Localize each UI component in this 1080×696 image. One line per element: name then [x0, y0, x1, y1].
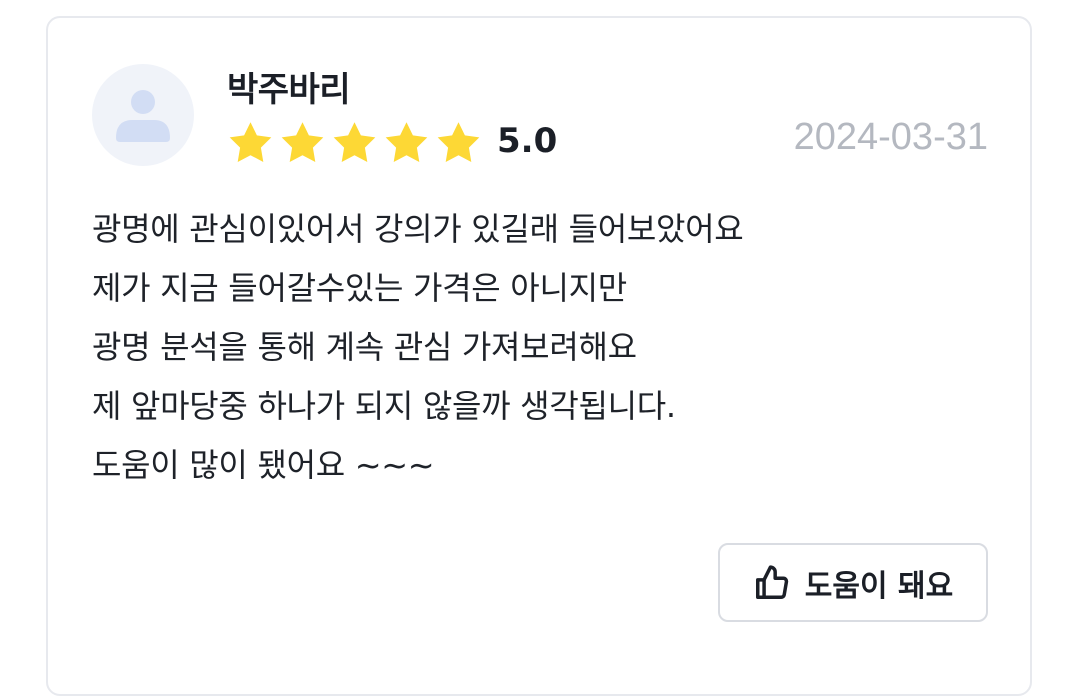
helpful-button[interactable]: 도움이 돼요: [718, 543, 988, 622]
star-icon: [281, 122, 324, 162]
review-line: 제 앞마당중 하나가 되지 않을까 생각됩니다.: [92, 387, 676, 425]
review-line: 도움이 많이 됐어요 ~~~: [92, 446, 435, 484]
review-line: 제가 지금 들어갈수있는 가격은 아니지만: [92, 269, 627, 307]
rating-value: 5.0: [497, 121, 558, 161]
reviewer-name: 박주바리: [227, 70, 351, 110]
star-icon: [229, 122, 272, 162]
star-rating: [226, 119, 483, 167]
review-date: 2024-03-31: [793, 116, 988, 158]
avatar: [92, 64, 194, 166]
helpful-button-label: 도움이 돼요: [804, 568, 954, 604]
review-text: 광명에 관심이있어서 강의가 있길래 들어보았어요 제가 지금 들어갈수있는 가…: [92, 200, 972, 495]
user-placeholder-icon: [116, 90, 170, 142]
star-icon: [437, 122, 480, 162]
review-line: 광명 분석을 통해 계속 관심 가져보려해요: [92, 328, 637, 366]
star-icon: [385, 122, 428, 162]
thumbs-up-icon: [755, 564, 788, 599]
review-line: 광명에 관심이있어서 강의가 있길래 들어보았어요: [92, 210, 744, 248]
star-icon: [333, 122, 376, 162]
